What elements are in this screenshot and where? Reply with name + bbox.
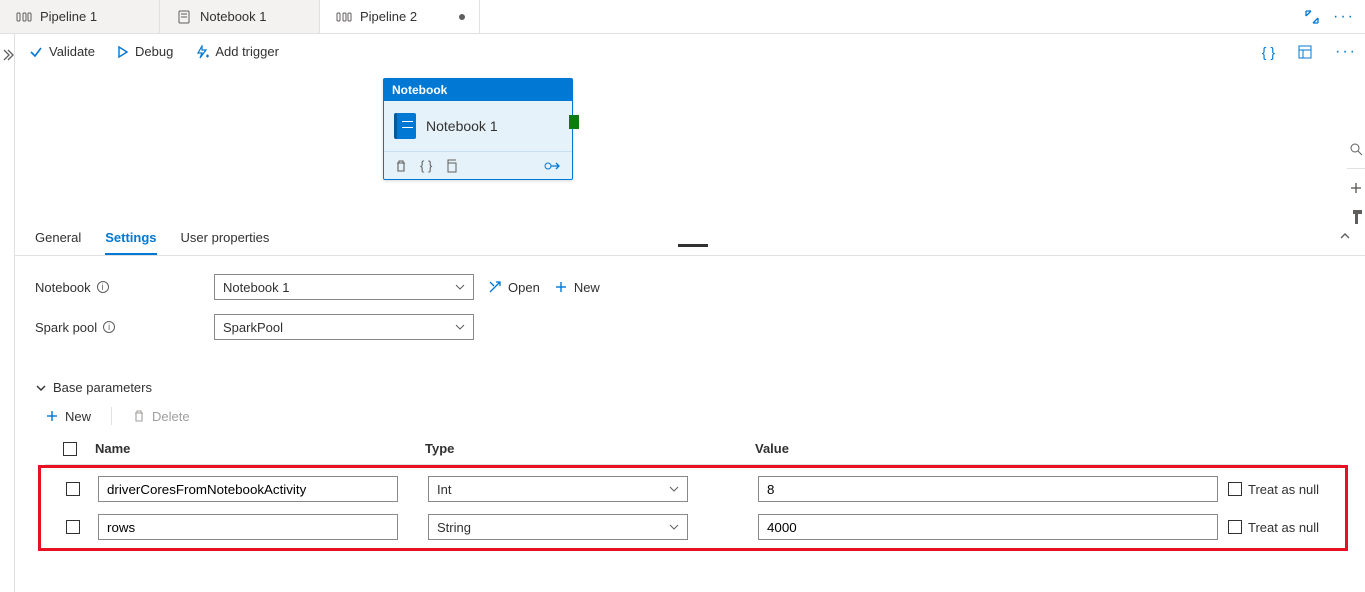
tab-settings[interactable]: Settings: [105, 230, 156, 255]
col-type-header: Type: [425, 441, 755, 456]
debug-label: Debug: [135, 44, 173, 59]
param-value-input[interactable]: [758, 514, 1218, 540]
param-row: Int Treat as null: [48, 470, 1338, 508]
notebook-field-label: Notebook: [35, 280, 91, 295]
activity-name: Notebook 1: [426, 118, 498, 134]
tab-general[interactable]: General: [35, 230, 81, 255]
pipeline-icon: [16, 9, 32, 25]
param-type-value: String: [437, 520, 471, 535]
col-value-header: Value: [755, 441, 1225, 456]
collapse-panel-icon[interactable]: [1339, 230, 1351, 242]
success-handle[interactable]: [569, 115, 579, 129]
tab-pipeline-1[interactable]: Pipeline 1: [0, 0, 160, 33]
notebook-icon: [394, 113, 416, 139]
divider: [111, 407, 112, 425]
chevron-down-icon: [35, 382, 47, 394]
treat-as-null-checkbox[interactable]: [1228, 520, 1242, 534]
validate-button[interactable]: Validate: [29, 44, 95, 59]
new-param-button[interactable]: New: [45, 409, 91, 424]
template-icon[interactable]: [1297, 44, 1313, 60]
col-name-header: Name: [95, 441, 425, 456]
code-braces-icon[interactable]: { }: [1262, 44, 1275, 60]
delete-param-label: Delete: [152, 409, 190, 424]
left-panel-toggle[interactable]: [0, 34, 15, 592]
chevron-down-icon: [455, 322, 465, 332]
more-icon[interactable]: ···: [1335, 43, 1357, 61]
validate-label: Validate: [49, 44, 95, 59]
add-trigger-button[interactable]: Add trigger: [195, 44, 279, 59]
unsaved-dot-icon: [459, 14, 465, 20]
flow-icon[interactable]: [544, 159, 562, 173]
chevron-down-icon: [669, 484, 679, 494]
tab-pipeline-2[interactable]: Pipeline 2: [320, 0, 480, 33]
pipeline-canvas[interactable]: Notebook Notebook 1 { }: [15, 70, 1365, 220]
sparkpool-select[interactable]: SparkPool: [214, 314, 474, 340]
chevron-down-icon: [455, 282, 465, 292]
settings-tabstrip: General Settings User properties: [15, 220, 1365, 256]
delete-icon[interactable]: [394, 159, 408, 173]
more-icon[interactable]: ···: [1333, 8, 1355, 26]
open-label: Open: [508, 280, 540, 295]
info-icon[interactable]: i: [103, 321, 115, 333]
notebook-select-value: Notebook 1: [223, 280, 290, 295]
activity-type-label: Notebook: [384, 79, 572, 101]
treat-as-null-checkbox[interactable]: [1228, 482, 1242, 496]
code-braces-icon[interactable]: { }: [420, 158, 432, 173]
row-checkbox[interactable]: [66, 520, 80, 534]
open-notebook-button[interactable]: Open: [488, 280, 540, 295]
new-notebook-button[interactable]: New: [554, 280, 600, 295]
param-type-select[interactable]: String: [428, 514, 688, 540]
row-checkbox[interactable]: [66, 482, 80, 496]
highlighted-params: Int Treat as null String Treat as null: [38, 465, 1348, 551]
param-row: String Treat as null: [48, 508, 1338, 546]
tab-user-properties[interactable]: User properties: [181, 230, 270, 255]
notebook-activity[interactable]: Notebook Notebook 1 { }: [383, 78, 573, 180]
tab-strip: Pipeline 1 Notebook 1 Pipeline 2 ···: [0, 0, 1365, 34]
base-parameters-toggle[interactable]: Base parameters: [15, 372, 1365, 399]
info-icon[interactable]: i: [97, 281, 109, 293]
tab-label: Pipeline 1: [40, 9, 97, 24]
new-label: New: [574, 280, 600, 295]
expand-icon[interactable]: [1305, 10, 1319, 24]
debug-button[interactable]: Debug: [117, 44, 173, 59]
add-trigger-label: Add trigger: [215, 44, 279, 59]
tab-label: Notebook 1: [200, 9, 267, 24]
select-all-checkbox[interactable]: [63, 442, 77, 456]
treat-as-null-label: Treat as null: [1248, 520, 1319, 535]
sparkpool-field-label: Spark pool: [35, 320, 97, 335]
tab-label: Pipeline 2: [360, 9, 417, 24]
new-param-label: New: [65, 409, 91, 424]
notebook-icon: [176, 9, 192, 25]
search-icon[interactable]: [1341, 130, 1365, 168]
base-parameters-label: Base parameters: [53, 380, 152, 395]
param-value-input[interactable]: [758, 476, 1218, 502]
canvas-vertical-tools: [1341, 70, 1365, 227]
header-right-actions: ···: [1305, 8, 1355, 26]
param-type-value: Int: [437, 482, 451, 497]
param-name-input[interactable]: [98, 514, 398, 540]
tab-notebook-1[interactable]: Notebook 1: [160, 0, 320, 33]
copy-icon[interactable]: [444, 159, 458, 173]
treat-as-null-label: Treat as null: [1248, 482, 1319, 497]
sparkpool-select-value: SparkPool: [223, 320, 283, 335]
delete-param-button[interactable]: Delete: [132, 409, 190, 424]
chevron-down-icon: [669, 522, 679, 532]
param-type-select[interactable]: Int: [428, 476, 688, 502]
zoom-in-icon[interactable]: [1341, 169, 1365, 207]
pipeline-toolbar: Validate Debug Add trigger { } ···: [15, 34, 1365, 70]
param-table-header: Name Type Value: [45, 433, 1341, 465]
pipeline-icon: [336, 9, 352, 25]
notebook-select[interactable]: Notebook 1: [214, 274, 474, 300]
param-name-input[interactable]: [98, 476, 398, 502]
